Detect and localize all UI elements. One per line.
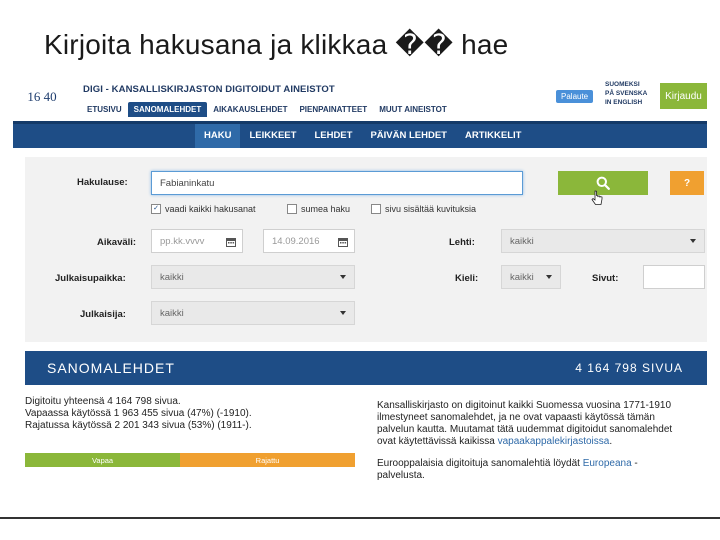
- checkbox-all-terms-box[interactable]: ✓: [151, 204, 161, 214]
- help-button[interactable]: ?: [670, 171, 704, 195]
- link-vapaakappalekirjastot[interactable]: vapaakappalekirjastoissa: [498, 436, 610, 447]
- info-paragraph-2: Eurooppalaisia digitoituja sanomalehtiä …: [377, 458, 677, 482]
- tab-lehdet[interactable]: LEHDET: [305, 124, 361, 148]
- subnav-aikakauslehdet[interactable]: AIKAKAUSLEHDET: [207, 102, 293, 117]
- mouse-pointer-icon: [591, 190, 603, 205]
- tab-haku[interactable]: HAKU: [195, 124, 241, 148]
- paper-select[interactable]: kaikki: [501, 229, 705, 253]
- collection-title: SANOMALEHDET: [47, 360, 175, 376]
- checkbox-illustrations-box[interactable]: [371, 204, 381, 214]
- slide-title: Kirjoita hakusana ja klikkaa �� hae: [44, 29, 509, 60]
- chevron-down-icon: [340, 275, 346, 279]
- period-label: Aikaväli:: [97, 237, 137, 248]
- info-text-2: Eurooppalaisia digitoituja sanomalehtiä …: [377, 458, 580, 469]
- checkbox-illustrations[interactable]: sivu sisältää kuvituksia: [371, 204, 476, 214]
- availability-bar: Vapaa Rajattu: [25, 453, 355, 467]
- link-europeana[interactable]: Europeana: [583, 458, 632, 469]
- checkbox-fuzzy-label: sumea haku: [301, 204, 351, 214]
- date-from-placeholder: pp.kk.vvvv: [160, 235, 205, 247]
- calendar-icon[interactable]: [338, 237, 348, 247]
- date-to-input[interactable]: 14.09.2016: [263, 229, 355, 253]
- place-select[interactable]: kaikki: [151, 265, 355, 289]
- collection-page-count: 4 164 798 SIVUA: [575, 361, 683, 375]
- subnav-pienpainatteet[interactable]: PIENPAINATTEET: [293, 102, 373, 117]
- paper-value: kaikki: [510, 235, 534, 247]
- checkbox-all-terms-label: vaadi kaikki hakusanat: [165, 204, 256, 214]
- lang-finnish[interactable]: SUOMEKSI: [605, 80, 647, 89]
- collection-stats: Digitoitu yhteensä 4 164 798 sivua. Vapa…: [25, 396, 252, 432]
- main-navigation: HAKU LEIKKEET LEHDET PÄIVÄN LEHDET ARTIK…: [13, 121, 707, 148]
- feedback-button[interactable]: Palaute: [556, 90, 594, 103]
- collection-banner: SANOMALEHDET 4 164 798 SIVUA: [25, 351, 707, 385]
- chevron-down-icon: [690, 239, 696, 243]
- logo-text: 16 40: [27, 89, 57, 104]
- publisher-value: kaikki: [160, 307, 184, 319]
- info-paragraph-1: Kansalliskirjasto on digitoinut kaikki S…: [377, 400, 677, 448]
- lang-english[interactable]: IN ENGLISH: [605, 98, 647, 107]
- query-label: Hakulause:: [77, 177, 128, 188]
- date-from-input[interactable]: pp.kk.vvvv: [151, 229, 243, 253]
- lang-swedish[interactable]: PÅ SVENSKA: [605, 89, 647, 98]
- subnav-etusivu[interactable]: ETUSIVU: [81, 102, 128, 117]
- language-label: Kieli:: [455, 273, 479, 284]
- checkbox-all-terms[interactable]: ✓ vaadi kaikki hakusanat: [151, 204, 256, 214]
- browser-screenshot: 16 40 DIGI - KANSALLISKIRJASTON DIGITOID…: [13, 75, 707, 520]
- publisher-label: Julkaisija:: [80, 309, 126, 320]
- search-form: Hakulause: Fabianinkatu ? ✓ vaadi kaikki…: [25, 157, 707, 342]
- slide-divider: [0, 517, 720, 519]
- query-input[interactable]: Fabianinkatu: [151, 171, 523, 195]
- stat-restricted: Rajatussa käytössä 2 201 343 sivua (53%)…: [25, 420, 252, 431]
- login-button[interactable]: Kirjaudu: [660, 83, 707, 109]
- subnav-sanomalehdet[interactable]: SANOMALEHDET: [127, 102, 208, 117]
- checkbox-fuzzy-box[interactable]: [287, 204, 297, 214]
- chevron-down-icon: [546, 275, 552, 279]
- subnav-muut-aineistot[interactable]: MUUT AINEISTOT: [373, 102, 453, 117]
- date-to-value: 14.09.2016: [272, 235, 320, 247]
- chevron-down-icon: [340, 311, 346, 315]
- collection-info: Kansalliskirjasto on digitoinut kaikki S…: [377, 400, 677, 492]
- tab-artikkelit[interactable]: ARTIKKELIT: [456, 124, 530, 148]
- site-header: 16 40 DIGI - KANSALLISKIRJASTON DIGITOID…: [13, 75, 707, 121]
- place-label: Julkaisupaikka:: [55, 273, 126, 284]
- language-value: kaikki: [510, 271, 534, 283]
- availability-restricted-segment: Rajattu: [180, 453, 355, 467]
- site-logo[interactable]: 16 40: [13, 83, 71, 111]
- publisher-select[interactable]: kaikki: [151, 301, 355, 325]
- site-title[interactable]: DIGI - KANSALLISKIRJASTON DIGITOIDUT AIN…: [83, 84, 335, 95]
- pages-input[interactable]: [643, 265, 705, 289]
- availability-free-segment: Vapaa: [25, 453, 181, 467]
- tab-leikkeet[interactable]: LEIKKEET: [240, 124, 305, 148]
- stat-total: Digitoitu yhteensä 4 164 798 sivua.: [25, 396, 181, 407]
- paper-label: Lehti:: [449, 237, 475, 248]
- calendar-icon[interactable]: [226, 237, 236, 247]
- pages-label: Sivut:: [592, 273, 619, 284]
- checkbox-fuzzy[interactable]: sumea haku: [287, 204, 350, 214]
- info-end-1: .: [609, 436, 613, 447]
- tab-paivan-lehdet[interactable]: PÄIVÄN LEHDET: [361, 124, 456, 148]
- search-button[interactable]: [558, 171, 648, 195]
- language-switcher: SUOMEKSI PÅ SVENSKA IN ENGLISH: [605, 80, 647, 107]
- search-icon: [596, 176, 610, 190]
- sub-navigation: ETUSIVU SANOMALEHDET AIKAKAUSLEHDET PIEN…: [81, 102, 453, 117]
- checkbox-illustrations-label: sivu sisältää kuvituksia: [385, 204, 477, 214]
- language-select[interactable]: kaikki: [501, 265, 561, 289]
- stat-free: Vapaassa käytössä 1 963 455 sivua (47%) …: [25, 408, 252, 419]
- place-value: kaikki: [160, 271, 184, 283]
